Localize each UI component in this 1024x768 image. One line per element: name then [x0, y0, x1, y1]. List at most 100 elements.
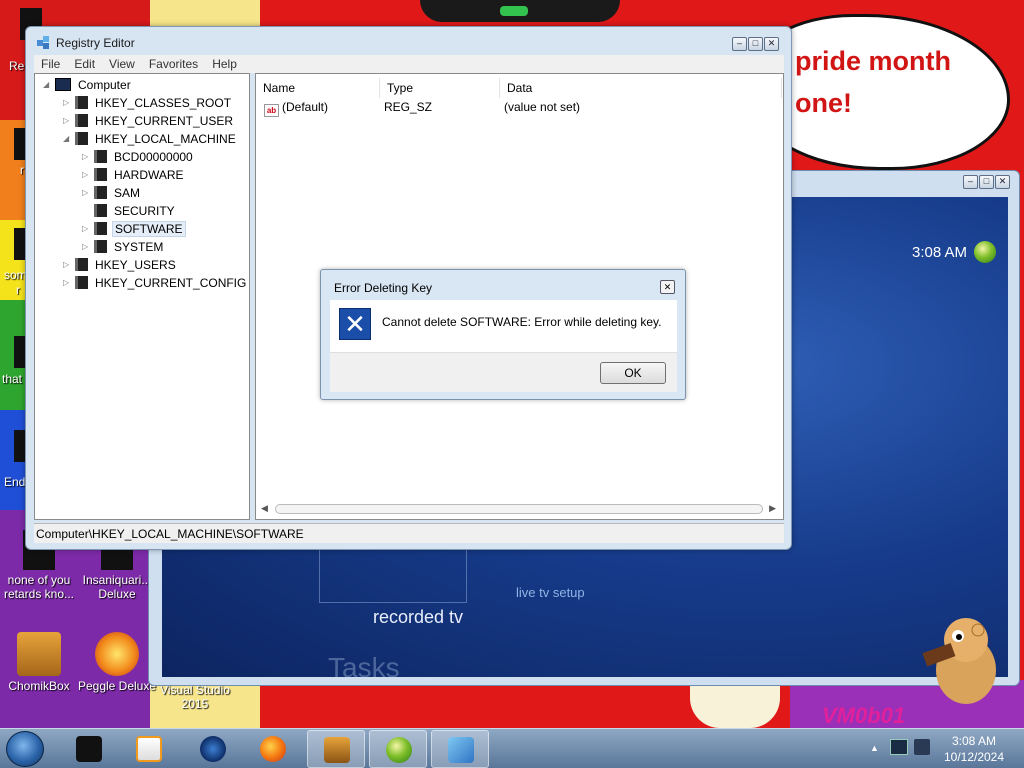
tree-node-sam[interactable]: ▷ SAM: [82, 184, 142, 201]
folder-icon: [75, 258, 88, 271]
desktop-icon-label: ChomikBox: [8, 679, 70, 693]
tree-node-software[interactable]: ▷ SOFTWARE: [82, 220, 186, 237]
column-header-data[interactable]: Data: [500, 78, 782, 98]
windows-orb-icon: [386, 737, 412, 763]
taskbar-item-windows-orb[interactable]: [369, 730, 427, 768]
horizontal-scrollbar[interactable]: ◀ ▶: [261, 501, 778, 516]
menu-favorites[interactable]: Favorites: [142, 55, 205, 73]
taskbar: ▲ 3:08 AM 10/12/2024: [0, 728, 1024, 768]
window-title: Registry Editor: [56, 36, 135, 50]
collapse-arrow-icon[interactable]: ◢: [43, 80, 53, 89]
clipped-icon-label: that: [2, 372, 23, 386]
windows-orb-icon[interactable]: [974, 241, 996, 263]
column-header-type[interactable]: Type: [380, 78, 500, 98]
table-row[interactable]: ab (Default): [261, 100, 331, 117]
taskbar-item-media-player[interactable]: [120, 730, 178, 768]
expand-arrow-icon[interactable]: ▷: [63, 116, 73, 125]
recorded-tv-item[interactable]: recorded tv: [373, 607, 463, 628]
dialog-footer: OK: [330, 352, 677, 392]
wallpaper-white-shape: [690, 680, 780, 728]
desktop-icon-label: none of you retards kno...: [3, 573, 75, 601]
taskbar-item-desktop-app[interactable]: [60, 730, 118, 768]
dialog-title: Error Deleting Key: [334, 281, 433, 295]
show-hidden-icons-icon[interactable]: ▲: [870, 743, 879, 753]
taskbar-item-firefox[interactable]: [244, 730, 302, 768]
tree-node-hklm[interactable]: ◢ HKEY_LOCAL_MACHINE: [63, 130, 238, 147]
media-center-tile[interactable]: [319, 549, 467, 603]
black-box-icon: [76, 736, 102, 762]
tree-node-security[interactable]: SECURITY: [82, 202, 177, 219]
string-value-icon: ab: [264, 104, 279, 117]
start-button[interactable]: [6, 731, 44, 767]
tree-node-hkcu[interactable]: ▷ HKEY_CURRENT_USER: [63, 112, 235, 129]
menu-file[interactable]: File: [34, 55, 67, 73]
dialog-body: ✕ Cannot delete SOFTWARE: Error while de…: [330, 300, 677, 392]
firefox-icon: [260, 736, 286, 762]
tree-node-hkcr[interactable]: ▷ HKEY_CLASSES_ROOT: [63, 94, 233, 111]
tree-node-system[interactable]: ▷ SYSTEM: [82, 238, 165, 255]
registry-editor-icon: [448, 737, 474, 763]
live-tv-setup-item[interactable]: live tv setup: [516, 585, 585, 600]
scroll-thumb[interactable]: [275, 504, 763, 514]
expand-arrow-icon[interactable]: ▷: [82, 242, 92, 251]
desktop-icon-chomikbox[interactable]: ChomikBox: [0, 632, 82, 693]
speech-line-2: one!: [795, 88, 852, 118]
taskbar-item-chomikbox[interactable]: [307, 730, 365, 768]
expand-arrow-icon[interactable]: ▷: [63, 260, 73, 269]
collapse-arrow-icon[interactable]: ◢: [63, 134, 73, 143]
folder-icon: [75, 132, 88, 145]
registry-caption-buttons: – □ ✕: [732, 37, 779, 51]
expand-arrow-icon[interactable]: ▷: [63, 278, 73, 287]
expand-arrow-icon[interactable]: ▷: [82, 224, 92, 233]
scroll-right-icon[interactable]: ▶: [769, 503, 776, 514]
tree-node-hku[interactable]: ▷ HKEY_USERS: [63, 256, 178, 273]
close-icon[interactable]: ✕: [995, 175, 1010, 189]
tree-node-hkcc[interactable]: ▷ HKEY_CURRENT_CONFIG: [63, 274, 248, 291]
tree-node-hardware[interactable]: ▷ HARDWARE: [82, 166, 186, 183]
taskbar-item-registry-editor[interactable]: [431, 730, 489, 768]
wallpaper-top-light: [500, 6, 528, 16]
tree-node-label: Computer: [78, 77, 131, 92]
expand-arrow-icon[interactable]: ▷: [82, 188, 92, 197]
dialog-message: Cannot delete SOFTWARE: Error while dele…: [382, 315, 662, 329]
folder-icon: [94, 222, 107, 235]
desktop-icon-visual-studio[interactable]: Visual Studio 2015: [152, 683, 238, 711]
clock-date[interactable]: 10/12/2024: [942, 750, 1006, 764]
row-name: (Default): [282, 100, 329, 114]
menu-edit[interactable]: Edit: [67, 55, 102, 73]
close-icon[interactable]: ✕: [660, 280, 675, 294]
menu-view[interactable]: View: [102, 55, 142, 73]
media-center-caption-buttons: – □ ✕: [963, 175, 1010, 189]
folder-icon: [94, 150, 107, 163]
hamster-reading-icon: [922, 618, 996, 704]
minimize-icon[interactable]: –: [963, 175, 978, 189]
tree-node-bcd[interactable]: ▷ BCD00000000: [82, 148, 195, 165]
maximize-icon[interactable]: □: [748, 37, 763, 51]
expand-arrow-icon[interactable]: ▷: [63, 98, 73, 107]
tree-node-computer[interactable]: ◢ Computer: [43, 76, 133, 93]
folder-icon: [94, 168, 107, 181]
expand-arrow-icon[interactable]: ▷: [82, 170, 92, 179]
taskbar-item-media-center[interactable]: [184, 730, 242, 768]
clock-time[interactable]: 3:08 AM: [942, 734, 1006, 748]
column-header-name[interactable]: Name: [256, 78, 380, 98]
ok-button[interactable]: OK: [600, 362, 666, 384]
system-tray: ▲ 3:08 AM 10/12/2024: [862, 729, 1024, 768]
tree-node-label: SOFTWARE: [112, 220, 186, 237]
menu-help[interactable]: Help: [205, 55, 244, 73]
error-dialog[interactable]: Error Deleting Key ✕ ✕ Cannot delete SOF…: [320, 269, 686, 400]
minimize-icon[interactable]: –: [732, 37, 747, 51]
media-player-icon: [136, 736, 162, 762]
chomikbox-icon: [17, 632, 61, 676]
desktop-icon-label: Peggle Deluxe: [77, 679, 157, 693]
media-center-clock: 3:08 AM: [912, 244, 968, 261]
folder-icon: [75, 114, 88, 127]
volume-icon[interactable]: [914, 739, 930, 755]
expand-arrow-icon[interactable]: ▷: [82, 152, 92, 161]
desktop-icon-label: Insaniquari... Deluxe: [82, 573, 152, 601]
scroll-left-icon[interactable]: ◀: [261, 503, 268, 514]
close-icon[interactable]: ✕: [764, 37, 779, 51]
network-icon[interactable]: [890, 739, 908, 755]
maximize-icon[interactable]: □: [979, 175, 994, 189]
tasks-menu-item[interactable]: Tasks: [328, 652, 400, 684]
